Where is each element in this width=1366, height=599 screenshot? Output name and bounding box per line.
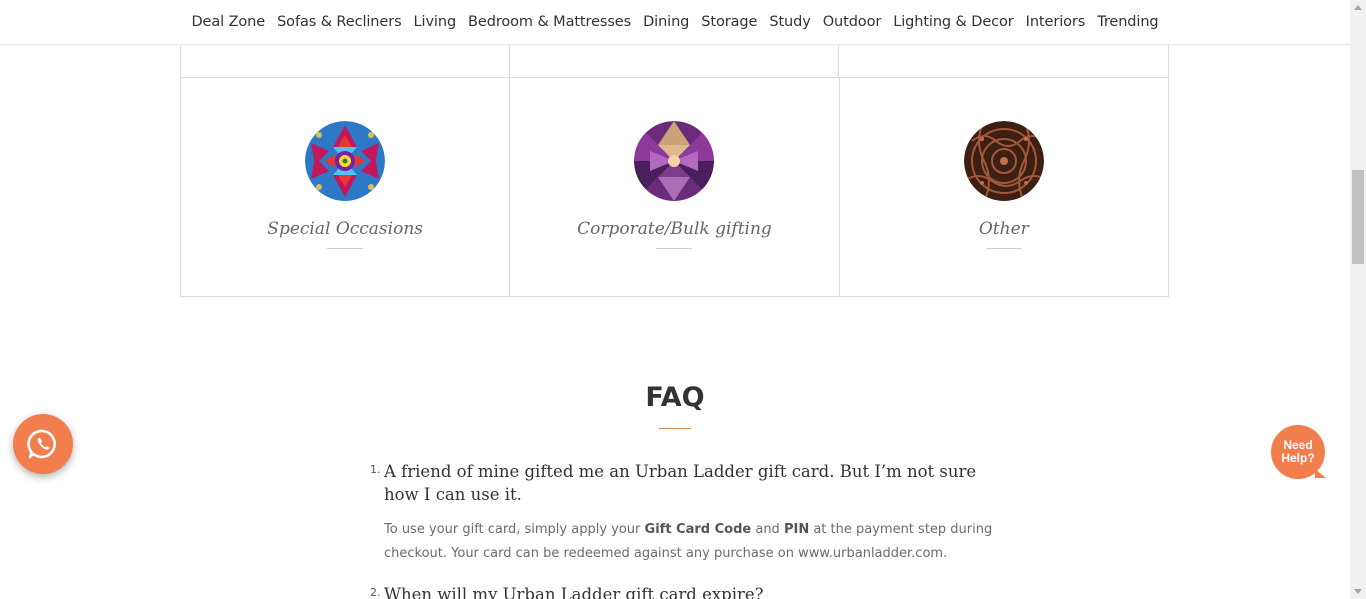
occasion-card-corporate-bulk-gifting[interactable]: Corporate/Bulk gifting xyxy=(509,77,840,297)
need-help-button[interactable]: Need Help? xyxy=(1271,425,1327,481)
page-scrollbar[interactable] xyxy=(1350,0,1366,599)
faq-answer-emphasis: Gift Card Code xyxy=(644,522,752,537)
faq-answer-text: and xyxy=(751,522,784,537)
nav-item-outdoor[interactable]: Outdoor xyxy=(823,14,882,30)
occasion-label-underline xyxy=(985,248,1022,249)
nav-item-storage[interactable]: Storage xyxy=(701,14,757,30)
occasion-label-underline xyxy=(327,248,364,249)
grid-divider xyxy=(838,45,839,77)
nav-item-living[interactable]: Living xyxy=(414,14,457,30)
need-help-label-line2: Help? xyxy=(1281,451,1315,465)
occasion-label: Special Occasions xyxy=(267,219,424,239)
faq-question[interactable]: A friend of mine gifted me an Urban Ladd… xyxy=(384,460,984,506)
occasion-label: Other xyxy=(978,219,1029,239)
main-navigation: Deal Zone Sofas & Recliners Living Bedro… xyxy=(0,0,1350,45)
faq-question[interactable]: When will my Urban Ladder gift card expi… xyxy=(384,583,984,599)
faq-answer-emphasis: PIN xyxy=(783,522,810,537)
faq-item: 2. When will my Urban Ladder gift card e… xyxy=(370,583,1010,599)
whatsapp-button[interactable] xyxy=(13,414,73,474)
kaleidoscope-purple-icon xyxy=(634,121,715,201)
whatsapp-icon xyxy=(27,429,56,459)
occasion-card-other[interactable]: Other xyxy=(838,77,1169,297)
faq-number: 2. xyxy=(370,586,381,599)
occasion-label: Corporate/Bulk gifting xyxy=(577,219,772,239)
nav-item-deal-zone[interactable]: Deal Zone xyxy=(191,14,265,30)
faq-item: 1. A friend of mine gifted me an Urban L… xyxy=(370,460,1010,566)
occasion-card-special-occasions[interactable]: Special Occasions xyxy=(180,77,511,297)
faq-answer: To use your gift card, simply apply your… xyxy=(384,518,1004,566)
nav-item-trending[interactable]: Trending xyxy=(1097,14,1158,30)
chat-bubble-icon: Need Help? xyxy=(1271,425,1325,479)
nav-item-lighting-decor[interactable]: Lighting & Decor xyxy=(893,14,1014,30)
occasion-grid-previous-row xyxy=(180,45,1169,78)
kaleidoscope-blue-icon xyxy=(305,121,386,201)
scroll-down-arrow-icon[interactable] xyxy=(1354,589,1362,594)
scrollbar-thumb[interactable] xyxy=(1352,170,1364,264)
nav-item-sofas-recliners[interactable]: Sofas & Recliners xyxy=(277,14,402,30)
nav-item-dining[interactable]: Dining xyxy=(643,14,689,30)
scroll-up-arrow-icon[interactable] xyxy=(1354,5,1362,10)
faq-answer-text: To use your gift card, simply apply your xyxy=(384,522,645,537)
occasion-grid: Special Occasions Corporate/Bulk gifting… xyxy=(180,77,1169,297)
nav-item-study[interactable]: Study xyxy=(769,14,810,30)
nav-item-bedroom-mattresses[interactable]: Bedroom & Mattresses xyxy=(468,14,631,30)
faq-number: 1. xyxy=(370,463,381,476)
occasion-label-underline xyxy=(656,248,693,249)
faq-heading: FAQ xyxy=(645,382,705,413)
faq-heading-rule xyxy=(659,428,691,429)
nav-item-interiors[interactable]: Interiors xyxy=(1026,14,1086,30)
grid-divider xyxy=(509,45,510,77)
paisley-brown-icon xyxy=(963,121,1044,201)
